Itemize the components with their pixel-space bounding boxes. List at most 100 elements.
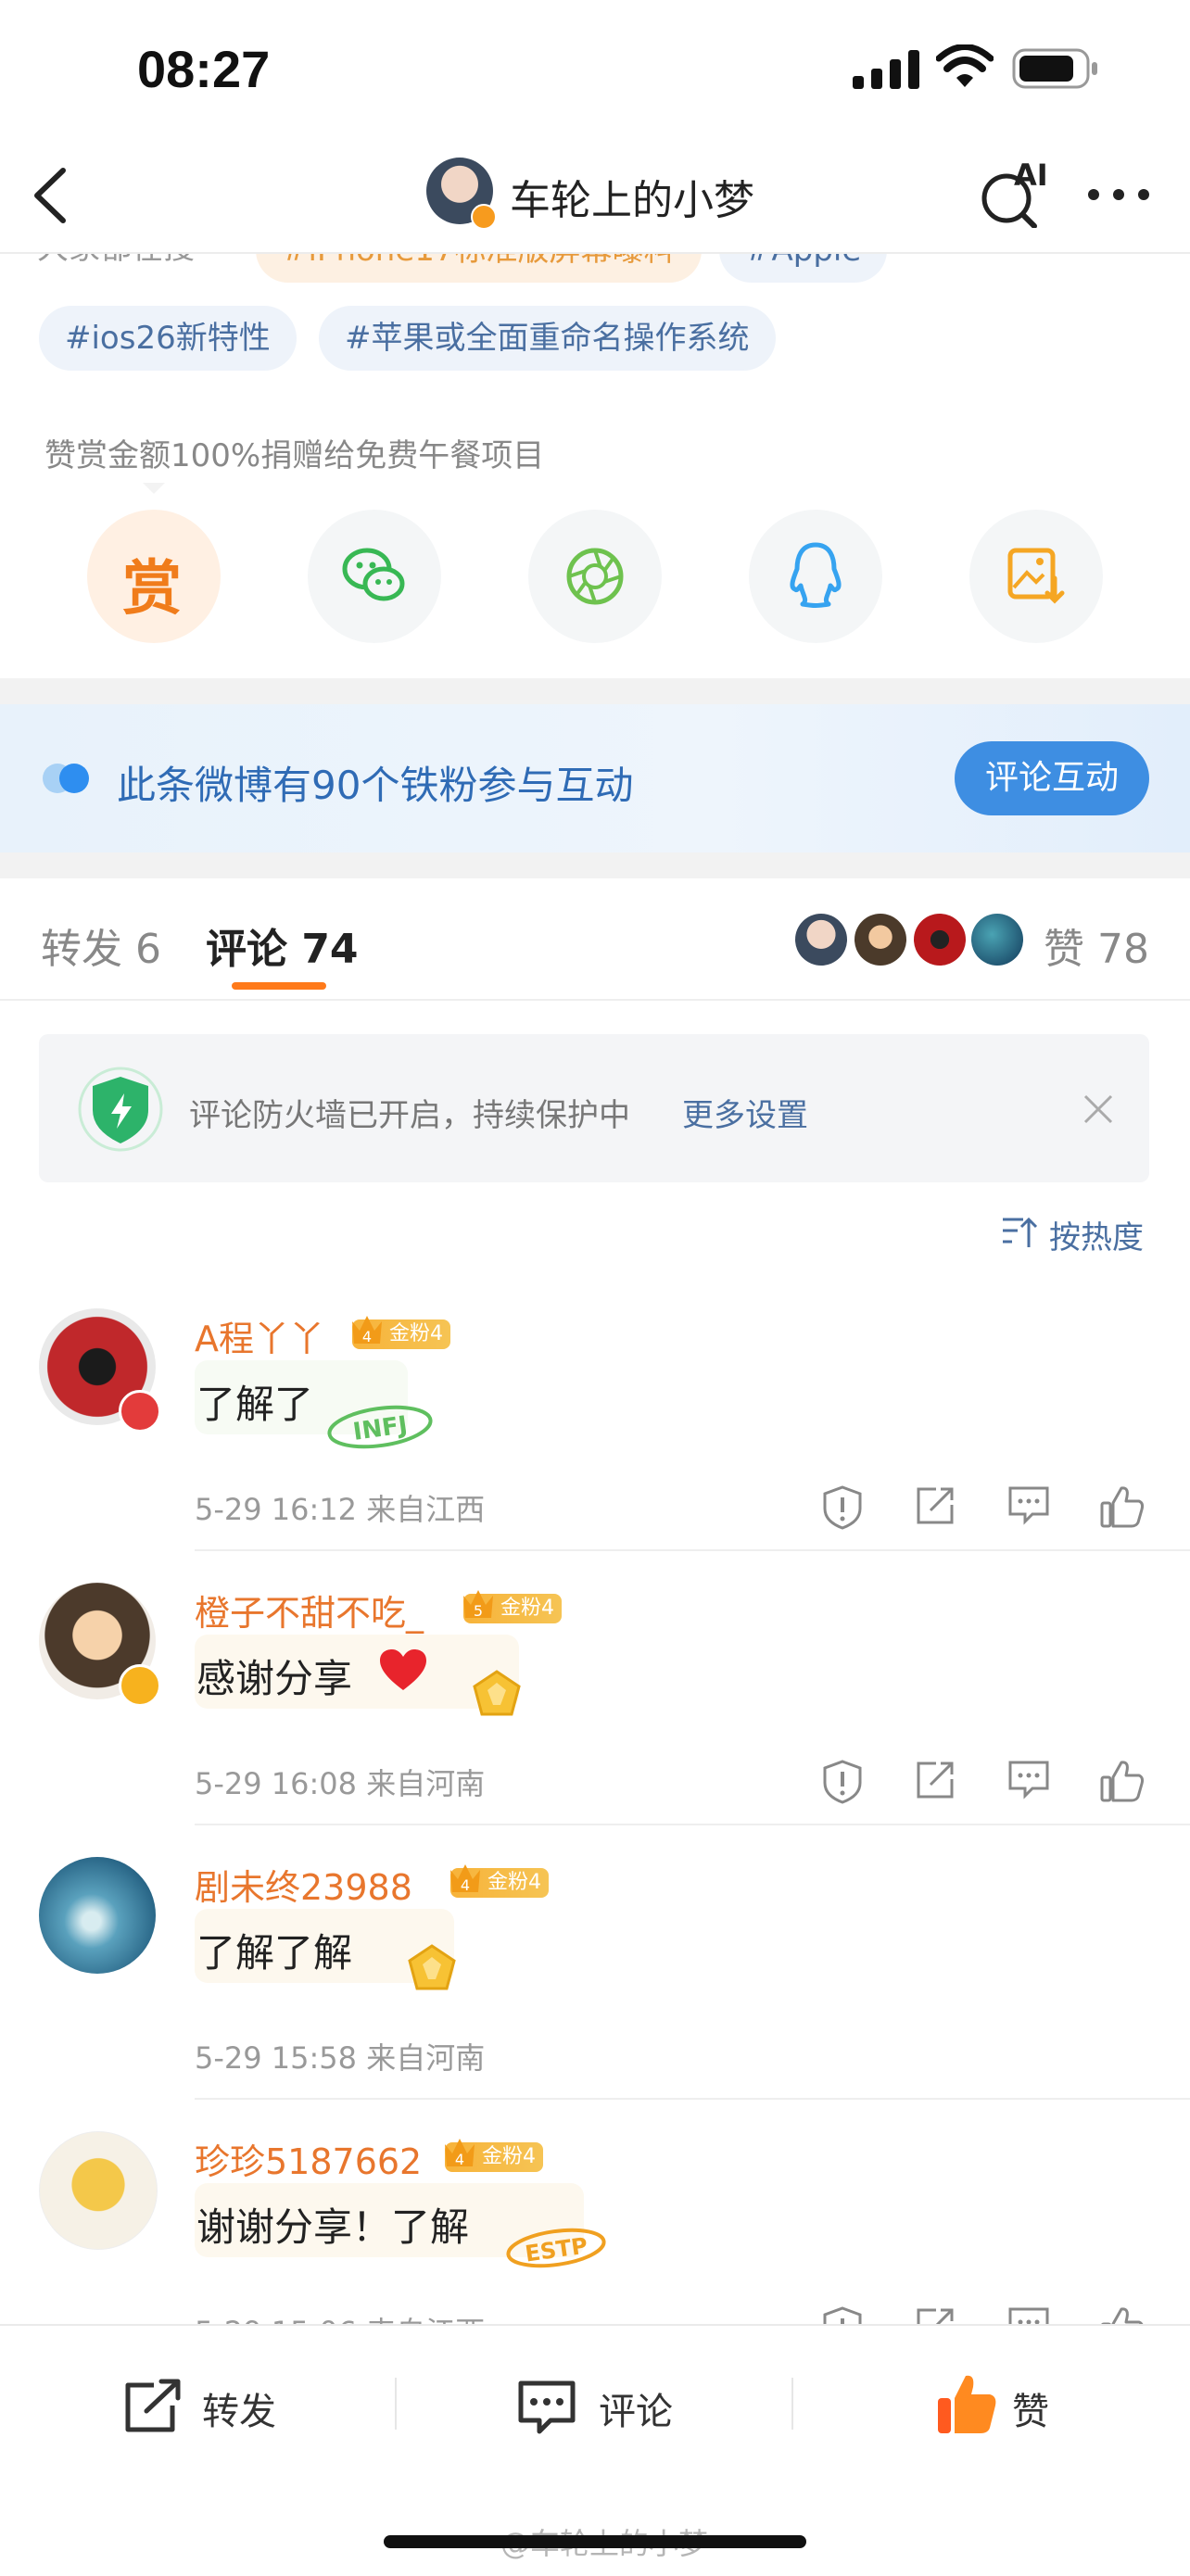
crown-level: 5 (474, 1602, 483, 1620)
tab-like[interactable]: 赞 78 (1044, 915, 1149, 975)
like-icon[interactable] (1099, 2305, 1146, 2324)
mbti-sticker-icon: INFJ (278, 1394, 436, 1449)
section-gap (0, 678, 1190, 704)
crown-level: 4 (461, 1876, 470, 1894)
bottom-divider (791, 2378, 793, 2430)
liker-avatar[interactable] (914, 914, 966, 966)
home-indicator (384, 2535, 806, 2548)
like-label: 赞 (1012, 2391, 1049, 2433)
mbti-sticker-icon: ESTP (454, 2220, 612, 2270)
wechat-icon (342, 548, 405, 601)
commenter-name[interactable]: 橙子不甜不吃_ (195, 1585, 424, 1635)
active-tab-indicator (232, 982, 326, 990)
back-icon[interactable] (28, 165, 74, 226)
comment-divider (195, 1824, 1190, 1825)
crown-icon: 4 (441, 2133, 478, 2172)
commenter-avatar[interactable] (39, 1857, 156, 1974)
fans-banner-text: 此条微博有90个铁粉参与互动 (117, 763, 634, 808)
commenter-name[interactable]: 珍珍5187662 (195, 2133, 422, 2184)
liker-avatar[interactable] (855, 914, 906, 966)
comment-button[interactable]: 评论 (515, 2374, 738, 2439)
moments-icon (566, 548, 624, 605)
gem-sticker-icon (469, 1668, 525, 1720)
sort-icon[interactable] (1001, 1216, 1038, 1249)
fans-icon (41, 762, 93, 795)
comment-meta: 5-29 16:12 来自江西 (195, 1492, 486, 1527)
reply-icon[interactable] (1006, 1759, 1053, 1805)
nav-bar: 车轮上的小梦 AI (0, 139, 1190, 254)
comment-text: 感谢分享 (196, 1656, 353, 1701)
repost-icon[interactable] (914, 2305, 960, 2324)
fan-badge-label: 金粉4 (389, 1322, 443, 1345)
repost-icon[interactable] (914, 1484, 960, 1531)
reply-icon[interactable] (1006, 2305, 1053, 2324)
nav-title: 车轮上的小梦 (510, 177, 754, 224)
sort-label[interactable]: 按热度 (1049, 1212, 1144, 1257)
verified-badge-icon (119, 1664, 161, 1707)
fan-badge-label: 金粉4 (482, 2145, 536, 2168)
commenter-name[interactable]: A程丫丫 (195, 1310, 324, 1361)
topic-tag[interactable]: #ios26新特性 (39, 306, 297, 371)
commenter-name[interactable]: 剧未终23988 (195, 1859, 412, 1910)
ai-search-icon[interactable]: AI (979, 158, 1051, 229)
topic-tag[interactable]: #苹果或全面重命名操作系统 (319, 306, 776, 371)
tab-repost[interactable]: 转发 6 (41, 915, 161, 975)
more-options-icon[interactable] (1086, 187, 1151, 202)
qq-share-button[interactable] (749, 510, 882, 643)
bottom-divider (395, 2378, 397, 2430)
report-icon[interactable] (821, 1484, 867, 1531)
status-time: 08:27 (137, 40, 271, 98)
like-icon[interactable] (1099, 1484, 1146, 1531)
crown-level: 4 (362, 1328, 372, 1345)
shield-icon (72, 1066, 169, 1153)
comment-meta: 5-29 16:08 来自河南 (195, 1766, 486, 1801)
reward-note: 赞赏金额100%捐赠给免费午餐项目 (44, 437, 545, 474)
comment-icon (518, 2380, 576, 2434)
reply-icon[interactable] (1006, 1484, 1053, 1531)
tab-comment[interactable]: 评论 74 (206, 915, 359, 975)
close-icon[interactable] (1082, 1093, 1114, 1125)
tabs-divider (0, 999, 1190, 1001)
like-button[interactable]: 赞 (934, 2370, 1120, 2441)
comment-meta: 5-29 15:58 来自河南 (195, 2040, 486, 2076)
cellular-signal-icon (853, 48, 919, 91)
comment-divider (195, 1549, 1190, 1551)
comment-text: 了解了解 (196, 1930, 353, 1976)
save-image-button[interactable] (969, 510, 1103, 643)
liker-avatar[interactable] (971, 914, 1023, 966)
moments-share-button[interactable] (528, 510, 662, 643)
crown-icon: 4 (447, 1859, 484, 1898)
like-icon[interactable] (1099, 1759, 1146, 1805)
ai-label: AI (1014, 158, 1048, 193)
reward-label: 赏 (122, 555, 182, 624)
comment-divider (195, 2098, 1190, 2100)
comment-meta: 5-29 15:06 来自江西 (195, 2309, 485, 2324)
comment-text: 谢谢分享！了解 (196, 2204, 470, 2250)
thumbs-up-icon (938, 2375, 996, 2433)
qq-icon (790, 542, 842, 608)
save-image-icon (1007, 548, 1065, 604)
repost-button[interactable]: 转发 (120, 2374, 343, 2439)
fan-badge-label: 金粉4 (487, 1871, 541, 1894)
crown-icon: 5 (460, 1585, 497, 1623)
repost-label: 转发 (202, 2391, 276, 2433)
comment-item: 剧未终23988 金粉4 4 了解了解 5-29 15:58 来自河南 (0, 1850, 1190, 2100)
comment-label: 评论 (599, 2391, 673, 2433)
commenter-avatar[interactable] (39, 2131, 158, 2250)
section-gap (0, 852, 1190, 878)
fan-badge-label: 金粉4 (500, 1597, 554, 1620)
repost-icon[interactable] (914, 1759, 960, 1805)
wechat-share-button[interactable] (308, 510, 441, 643)
repost-icon (125, 2379, 181, 2432)
comment-interaction-button[interactable]: 评论互动 (955, 741, 1149, 815)
reward-button[interactable]: 赏 (87, 510, 221, 643)
reward-note-pointer (143, 482, 165, 495)
liker-avatar[interactable] (795, 914, 847, 966)
nav-divider (0, 252, 1190, 254)
report-icon[interactable] (821, 2305, 867, 2324)
crown-level: 4 (455, 2151, 464, 2168)
report-icon[interactable] (821, 1759, 867, 1805)
more-settings-link[interactable]: 更多设置 (682, 1090, 808, 1135)
gem-sticker-icon (404, 1942, 460, 1994)
vip-badge-icon (119, 1390, 161, 1433)
